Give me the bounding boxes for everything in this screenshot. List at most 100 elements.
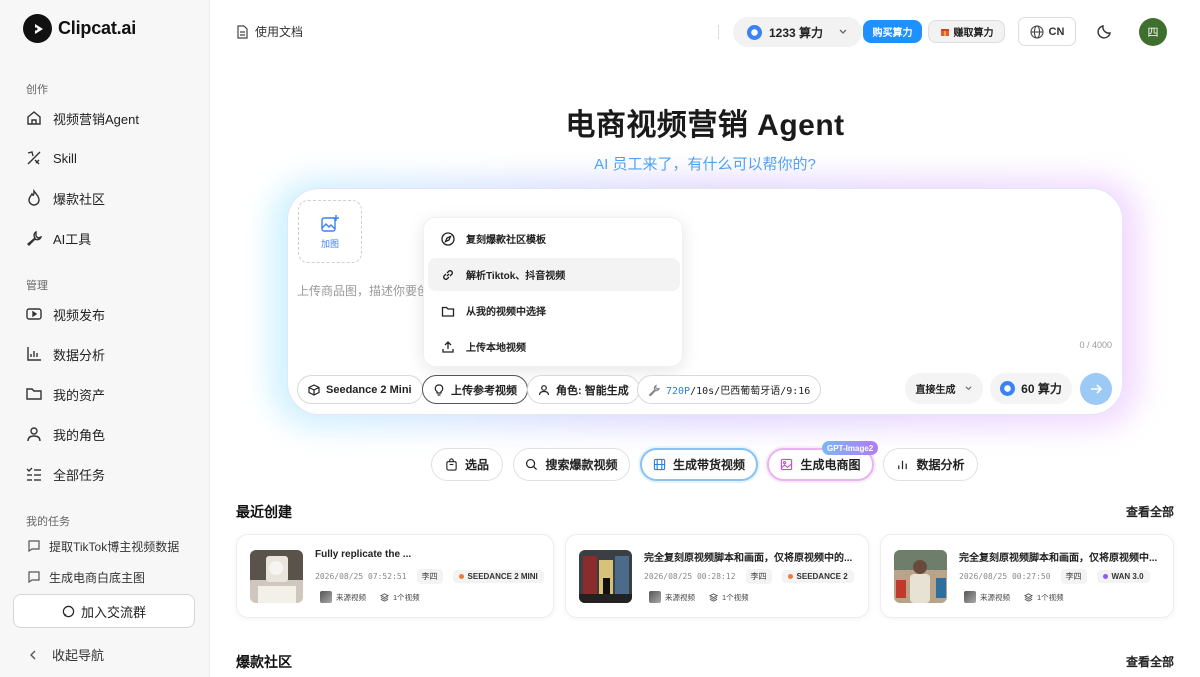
task-item[interactable]: 生成电商白底主图 <box>16 564 196 590</box>
sidebar-item-all-tasks[interactable]: 全部任务 <box>16 458 196 490</box>
coin-icon <box>1000 381 1016 396</box>
generation-mode-select[interactable]: 直接生成 <box>905 373 983 404</box>
arrow-right-icon <box>1089 382 1103 396</box>
card-source-label: 来源视频 <box>336 592 366 602</box>
tasklist-icon <box>25 465 43 483</box>
add-image-label: 加图 <box>320 238 339 249</box>
card-count-label: 1个视频 <box>1037 592 1064 602</box>
layers-icon <box>380 592 389 602</box>
sidebar-item-analytics[interactable]: 数据分析 <box>16 338 196 370</box>
model-select[interactable]: Seedance 2 Mini <box>297 375 423 404</box>
clipcat-logo-icon <box>23 14 52 43</box>
compass-icon <box>441 231 455 246</box>
card-count: 1个视频 <box>380 592 420 603</box>
card-user: 李四 <box>416 569 443 584</box>
quick-action-label: 选品 <box>464 458 489 472</box>
sidebar-item-publish[interactable]: 视频发布 <box>16 298 196 330</box>
quick-action-label: 搜索爆款视频 <box>545 458 618 472</box>
sidebar-item-agent[interactable]: 视频营销Agent <box>16 102 196 134</box>
collapse-nav-button[interactable]: 收起导航 <box>28 645 104 664</box>
layers-icon <box>1024 592 1033 602</box>
card-timestamp: 2026/08/25 07:52:51 <box>315 572 407 581</box>
credits-value: 1233 算力 <box>769 25 824 40</box>
quick-action-label: 数据分析 <box>916 458 965 472</box>
quick-action-generate-video[interactable]: 生成带货视频 <box>640 448 758 481</box>
credits-display[interactable]: 1233 算力 <box>733 17 863 47</box>
community-view-all-link[interactable]: 查看全部 <box>1110 653 1174 670</box>
card-source[interactable]: 来源视频 <box>320 591 366 603</box>
role-select[interactable]: 角色: 智能生成 <box>527 375 640 404</box>
card-meta: 2026/08/25 00:27:50 李四 WAN 3.0 <box>959 569 1150 584</box>
card-user: 李四 <box>745 569 772 584</box>
task-item[interactable]: 提取TikTok博主视频数据 <box>16 533 196 559</box>
card-title: Fully replicate the ... <box>315 549 412 560</box>
buy-credits-button[interactable]: 购买算力 <box>863 20 922 43</box>
home-icon <box>25 109 43 127</box>
wrench-icon <box>648 383 660 396</box>
sidebar-item-roles[interactable]: 我的角色 <box>16 418 196 450</box>
upload-reference-button[interactable]: 上传参考视频 <box>422 375 528 404</box>
card-footer: 来源视频 1个视频 <box>964 591 1064 603</box>
add-image-button[interactable]: 加图 <box>298 200 362 263</box>
menu-item-upload-local[interactable]: 上传本地视频 <box>428 330 680 363</box>
recent-card[interactable]: 完全复刻原视频脚本和画面，仅将原视频中... 2026/08/25 00:27:… <box>880 534 1174 618</box>
language-label: CN <box>1048 25 1065 38</box>
coin-icon <box>747 24 762 40</box>
join-group-button[interactable]: 加入交流群 <box>13 594 195 628</box>
card-footer: 来源视频 1个视频 <box>649 591 749 603</box>
card-source[interactable]: 来源视频 <box>964 591 1010 603</box>
recent-view-all-link[interactable]: 查看全部 <box>1110 503 1174 520</box>
folder-icon <box>25 385 43 403</box>
layers-icon <box>709 592 718 602</box>
video-thumbnail <box>250 550 303 603</box>
quick-action-analytics[interactable]: 数据分析 <box>883 448 978 481</box>
earn-credits-button[interactable]: 赚取算力 <box>928 20 1005 43</box>
sidebar-item-skill[interactable]: Skill <box>16 142 196 174</box>
sidebar-item-label: 数据分析 <box>53 347 106 363</box>
send-button[interactable] <box>1080 373 1112 405</box>
section-label-create: 创作 <box>26 84 48 96</box>
language-switch[interactable]: CN <box>1018 17 1076 46</box>
header-divider <box>718 25 719 39</box>
task-item-label: 生成电商白底主图 <box>49 570 146 585</box>
status-dot-icon <box>1102 574 1108 579</box>
earn-credits-label: 赚取算力 <box>953 28 994 39</box>
community-section-title: 爆款社区 <box>236 654 292 670</box>
video-settings-button[interactable]: 720P/10s/巴西葡萄牙语/9:16 <box>637 375 822 404</box>
card-model: SEEDANCE 2 MINI <box>467 572 538 581</box>
menu-item-label: 解析Tiktok、抖音视频 <box>466 271 566 282</box>
user-avatar[interactable]: 四 <box>1139 18 1167 46</box>
card-model-badge: SEEDANCE 2 <box>781 570 854 583</box>
recent-card[interactable]: 完全复刻原视频脚本和画面，仅将原视频中的... 2026/08/25 00:28… <box>565 534 869 618</box>
docs-label: 使用文档 <box>255 25 304 39</box>
chat-bubble-icon <box>62 605 75 618</box>
card-source[interactable]: 来源视频 <box>649 591 695 603</box>
sidebar-item-assets[interactable]: 我的资产 <box>16 378 196 410</box>
task-item-label: 提取TikTok博主视频数据 <box>49 539 180 554</box>
link-icon <box>441 268 455 282</box>
recent-card[interactable]: Fully replicate the ... 2026/08/25 07:52… <box>236 534 554 618</box>
sidebar-item-community[interactable]: 爆款社区 <box>16 182 196 214</box>
document-icon <box>236 24 249 39</box>
prompt-input[interactable]: 上传商品图，描述你要创 <box>297 282 429 299</box>
quick-action-search-videos[interactable]: 搜索爆款视频 <box>513 448 630 481</box>
source-thumbnail <box>649 591 661 603</box>
generation-mode-label: 直接生成 <box>915 385 956 396</box>
collapse-nav-label: 收起导航 <box>52 648 105 663</box>
docs-link[interactable]: 使用文档 <box>236 23 303 40</box>
menu-item-replicate-template[interactable]: 复刻爆款社区模板 <box>428 222 680 255</box>
page-subtitle: AI 员工来了，有什么可以帮你的? <box>594 156 816 173</box>
source-thumbnail <box>964 591 976 603</box>
menu-item-parse-link[interactable]: 解析Tiktok、抖音视频 <box>428 258 680 291</box>
theme-toggle[interactable] <box>1096 22 1114 40</box>
lightbulb-icon <box>433 383 445 396</box>
sidebar-item-ai-tools[interactable]: AI工具 <box>16 222 196 254</box>
menu-item-my-videos[interactable]: 从我的视频中选择 <box>428 294 680 327</box>
resolution-value: 720P <box>666 386 691 397</box>
quick-action-product-selection[interactable]: 选品 <box>431 448 503 481</box>
sidebar-item-label: 视频营销Agent <box>53 111 139 127</box>
upload-reference-menu: 复刻爆款社区模板 解析Tiktok、抖音视频 从我的视频中选择 上传本地视频 <box>423 217 683 367</box>
sidebar: Clipcat.ai 创作 视频营销Agent Skill 爆款社区 AI工具 … <box>0 0 210 677</box>
char-counter: 0 / 4000 <box>1079 340 1112 350</box>
brand-logo[interactable]: Clipcat.ai <box>23 14 136 43</box>
